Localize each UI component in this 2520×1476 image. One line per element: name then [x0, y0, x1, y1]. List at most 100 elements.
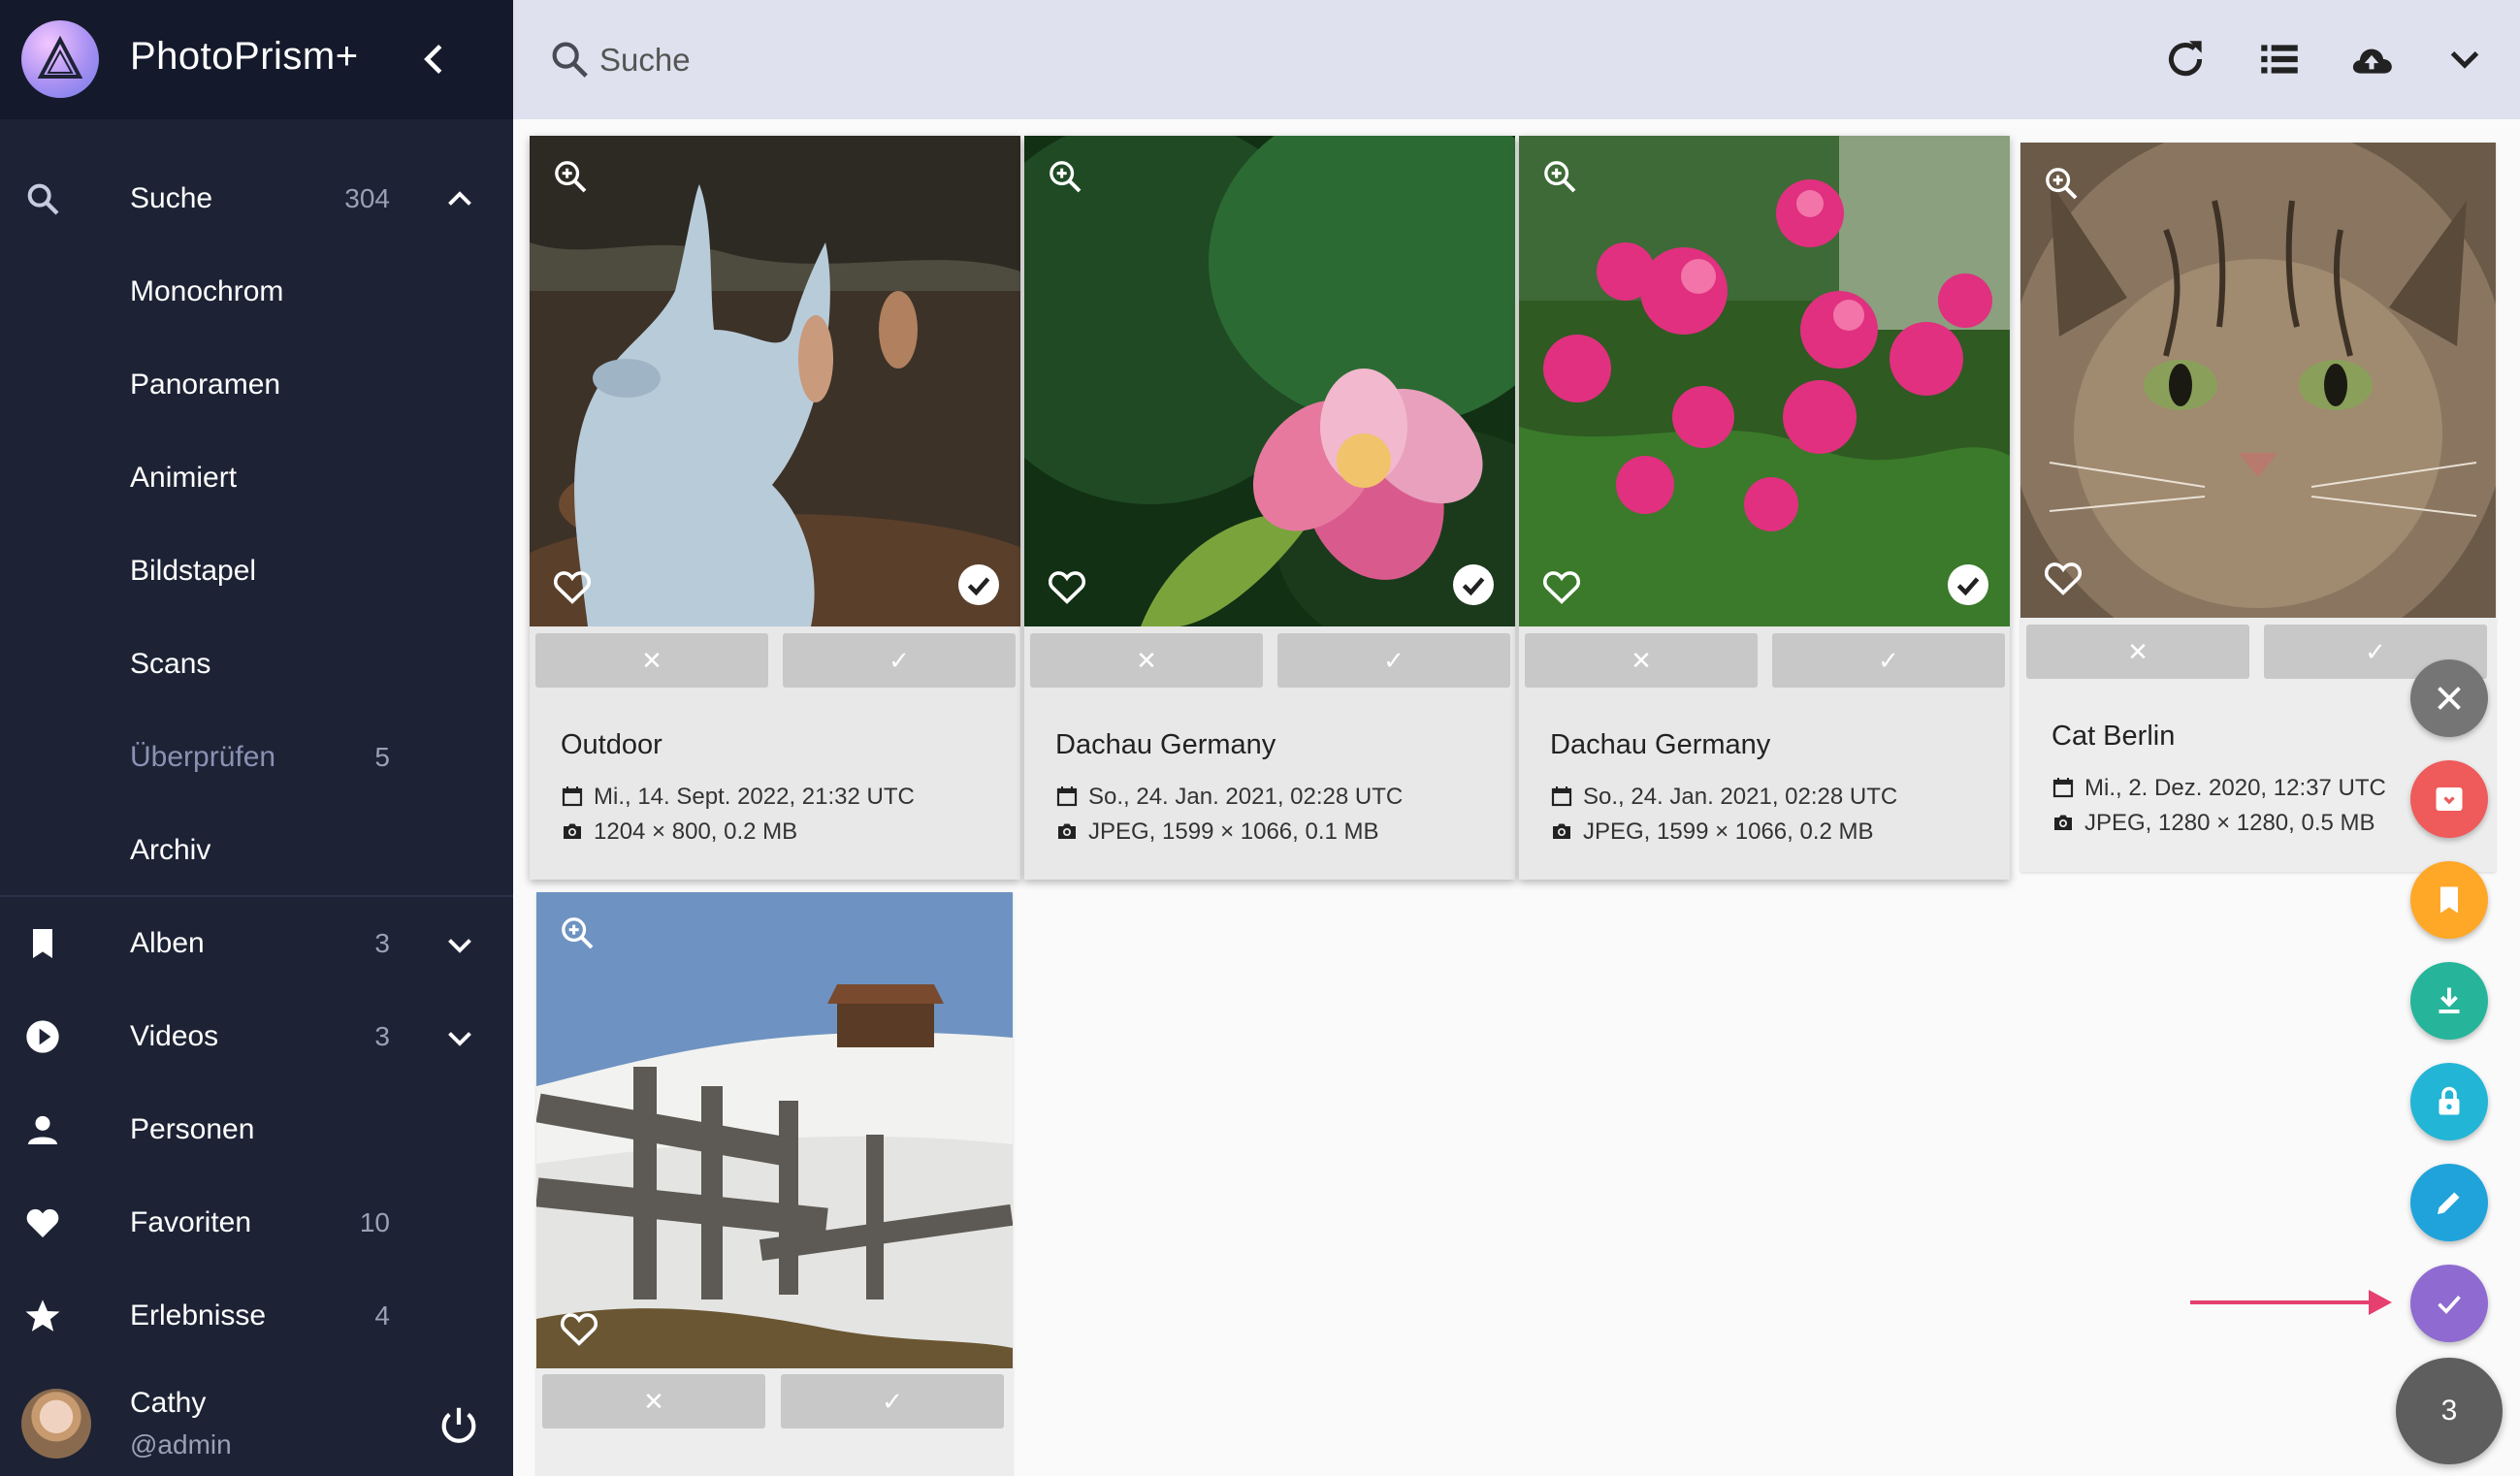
heart-outline-icon[interactable] [1046, 566, 1088, 605]
heart-icon [26, 1208, 59, 1237]
play-circle-icon [26, 1020, 59, 1053]
sidebar-item-archive[interactable]: Archiv [0, 803, 513, 896]
search-input[interactable] [599, 39, 1375, 81]
sidebar-item-label: Personen [130, 1113, 255, 1145]
selected-check-icon[interactable] [1948, 564, 1988, 605]
card-title[interactable]: Dachau Germany [1055, 729, 1276, 761]
selected-check-icon[interactable] [958, 564, 999, 605]
zoom-icon[interactable] [558, 914, 597, 952]
sidebar-item-moments[interactable]: Erlebnisse 4 [0, 1268, 513, 1362]
selected-check-icon[interactable] [1453, 564, 1494, 605]
card-title[interactable]: Cat Berlin [2052, 721, 2175, 753]
sidebar-item-label: Suche [130, 182, 213, 214]
photo-thumbnail[interactable] [2020, 143, 2496, 618]
heart-outline-icon[interactable] [1540, 566, 1583, 605]
zoom-icon[interactable] [1046, 157, 1084, 196]
download-icon [2439, 987, 2460, 1013]
card-date-text: So., 24. Jan. 2021, 02:28 UTC [1088, 784, 1404, 810]
photo-card[interactable]: ✕ ✓ [536, 892, 1013, 1476]
reject-button[interactable]: ✕ [2026, 625, 2249, 679]
avatar[interactable] [21, 1389, 91, 1459]
pencil-icon [2438, 1192, 2460, 1214]
chevron-down-icon[interactable] [2440, 35, 2489, 83]
reject-button[interactable]: ✕ [1030, 633, 1263, 688]
sidebar-item-stacks[interactable]: Bildstapel [0, 524, 513, 617]
card-actions: ✕ ✓ [535, 633, 1016, 688]
sidebar-item-animated[interactable]: Animiert [0, 431, 513, 524]
heart-outline-icon[interactable] [551, 566, 594, 605]
star-icon [25, 1300, 60, 1332]
card-info-text: JPEG, 1599 × 1066, 0.2 MB [1583, 818, 1874, 845]
add-to-album-button[interactable] [2410, 861, 2488, 939]
clear-selection-button[interactable] [2410, 659, 2488, 737]
reject-button[interactable]: ✕ [542, 1374, 765, 1428]
sidebar-item-label: Archiv [130, 834, 211, 866]
chevron-down-icon[interactable] [440, 1020, 479, 1055]
approve-button[interactable]: ✓ [1772, 633, 2005, 688]
approve-button[interactable]: ✓ [1277, 633, 1510, 688]
sidebar-item-review[interactable]: Überprüfen 5 [0, 710, 513, 803]
sidebar-item-count: 4 [374, 1300, 390, 1331]
chevron-up-icon[interactable] [440, 182, 479, 217]
selection-count-button[interactable]: 3 [2396, 1358, 2503, 1464]
card-title[interactable]: Dachau Germany [1550, 729, 1770, 761]
sidebar-item-label: Monochrom [130, 275, 284, 307]
sidebar-item-scans[interactable]: Scans [0, 617, 513, 710]
refresh-icon[interactable] [2161, 35, 2210, 83]
card-title[interactable]: Outdoor [561, 729, 662, 761]
photo-card[interactable]: ✕ ✓ Outdoor Mi., 14. Sept. 2022, 21:32 U… [530, 136, 1020, 880]
upload-cloud-icon[interactable] [2347, 35, 2396, 83]
search-icon [552, 42, 588, 78]
private-button[interactable] [2410, 1063, 2488, 1140]
chevron-down-icon[interactable] [440, 927, 479, 962]
check-icon [2438, 1296, 2461, 1314]
photo-thumbnail[interactable] [536, 892, 1013, 1368]
zoom-icon[interactable] [551, 157, 590, 196]
heart-outline-icon[interactable] [2042, 558, 2084, 596]
card-date: Mi., 14. Sept. 2022, 21:32 UTC [561, 784, 915, 811]
sidebar-item-favorites[interactable]: Favoriten 10 [0, 1175, 513, 1268]
sidebar-item-panoramas[interactable]: Panoramen [0, 337, 513, 431]
sidebar-item-count: 10 [359, 1207, 390, 1237]
sidebar-item-people[interactable]: Personen [0, 1082, 513, 1175]
photo-thumbnail[interactable] [1024, 136, 1515, 626]
collapse-sidebar-icon[interactable] [412, 37, 457, 81]
photo-card[interactable]: ✕ ✓ Cat Berlin Mi., 2. Dez. 2020, 12:37 … [2020, 143, 2496, 872]
sidebar-item-monochrome[interactable]: Monochrom [0, 244, 513, 337]
sidebar-item-label: Panoramen [130, 369, 281, 401]
card-info: JPEG, 1599 × 1066, 0.1 MB [1055, 818, 1379, 846]
sidebar-item-label: Scans [130, 648, 211, 680]
zoom-icon[interactable] [1540, 157, 1579, 196]
edit-button[interactable] [2410, 1164, 2488, 1241]
card-info: 1204 × 800, 0.2 MB [561, 818, 797, 846]
search-icon [27, 183, 59, 215]
photo-card[interactable]: ✕ ✓ Dachau Germany So., 24. Jan. 2021, 0… [1024, 136, 1515, 880]
archive-button[interactable] [2410, 760, 2488, 838]
photo-thumbnail[interactable] [1519, 136, 2010, 626]
download-button[interactable] [2410, 962, 2488, 1040]
select-button[interactable] [2410, 1265, 2488, 1342]
user-account[interactable]: Cathy @admin [0, 1375, 513, 1476]
power-icon[interactable] [436, 1402, 481, 1447]
sidebar-item-count: 3 [374, 928, 390, 958]
sidebar: PhotoPrism+ Suche 304 Monochrom Panorame… [0, 0, 513, 1476]
reject-button[interactable]: ✕ [535, 633, 768, 688]
brand-header: PhotoPrism+ [0, 0, 513, 119]
photo-card[interactable]: ✕ ✓ Dachau Germany So., 24. Jan. 2021, 0… [1519, 136, 2010, 880]
calendar-icon [562, 786, 583, 807]
list-view-icon[interactable] [2255, 35, 2304, 83]
photo-thumbnail[interactable] [530, 136, 1020, 626]
sidebar-item-albums[interactable]: Alben 3 [0, 896, 513, 989]
zoom-icon[interactable] [2042, 164, 2081, 203]
reject-button[interactable]: ✕ [1525, 633, 1758, 688]
app-logo[interactable] [21, 20, 99, 98]
card-actions: ✕ ✓ [542, 1374, 1007, 1428]
approve-button[interactable]: ✓ [783, 633, 1016, 688]
sidebar-item-videos[interactable]: Videos 3 [0, 989, 513, 1082]
sidebar-item-label: Bildstapel [130, 555, 257, 587]
heart-outline-icon[interactable] [558, 1308, 600, 1347]
sidebar-item-label: Favoriten [130, 1206, 252, 1238]
approve-button[interactable]: ✓ [781, 1374, 1004, 1428]
card-date: So., 24. Jan. 2021, 02:28 UTC [1550, 784, 1897, 811]
sidebar-item-search[interactable]: Suche 304 [0, 151, 513, 244]
